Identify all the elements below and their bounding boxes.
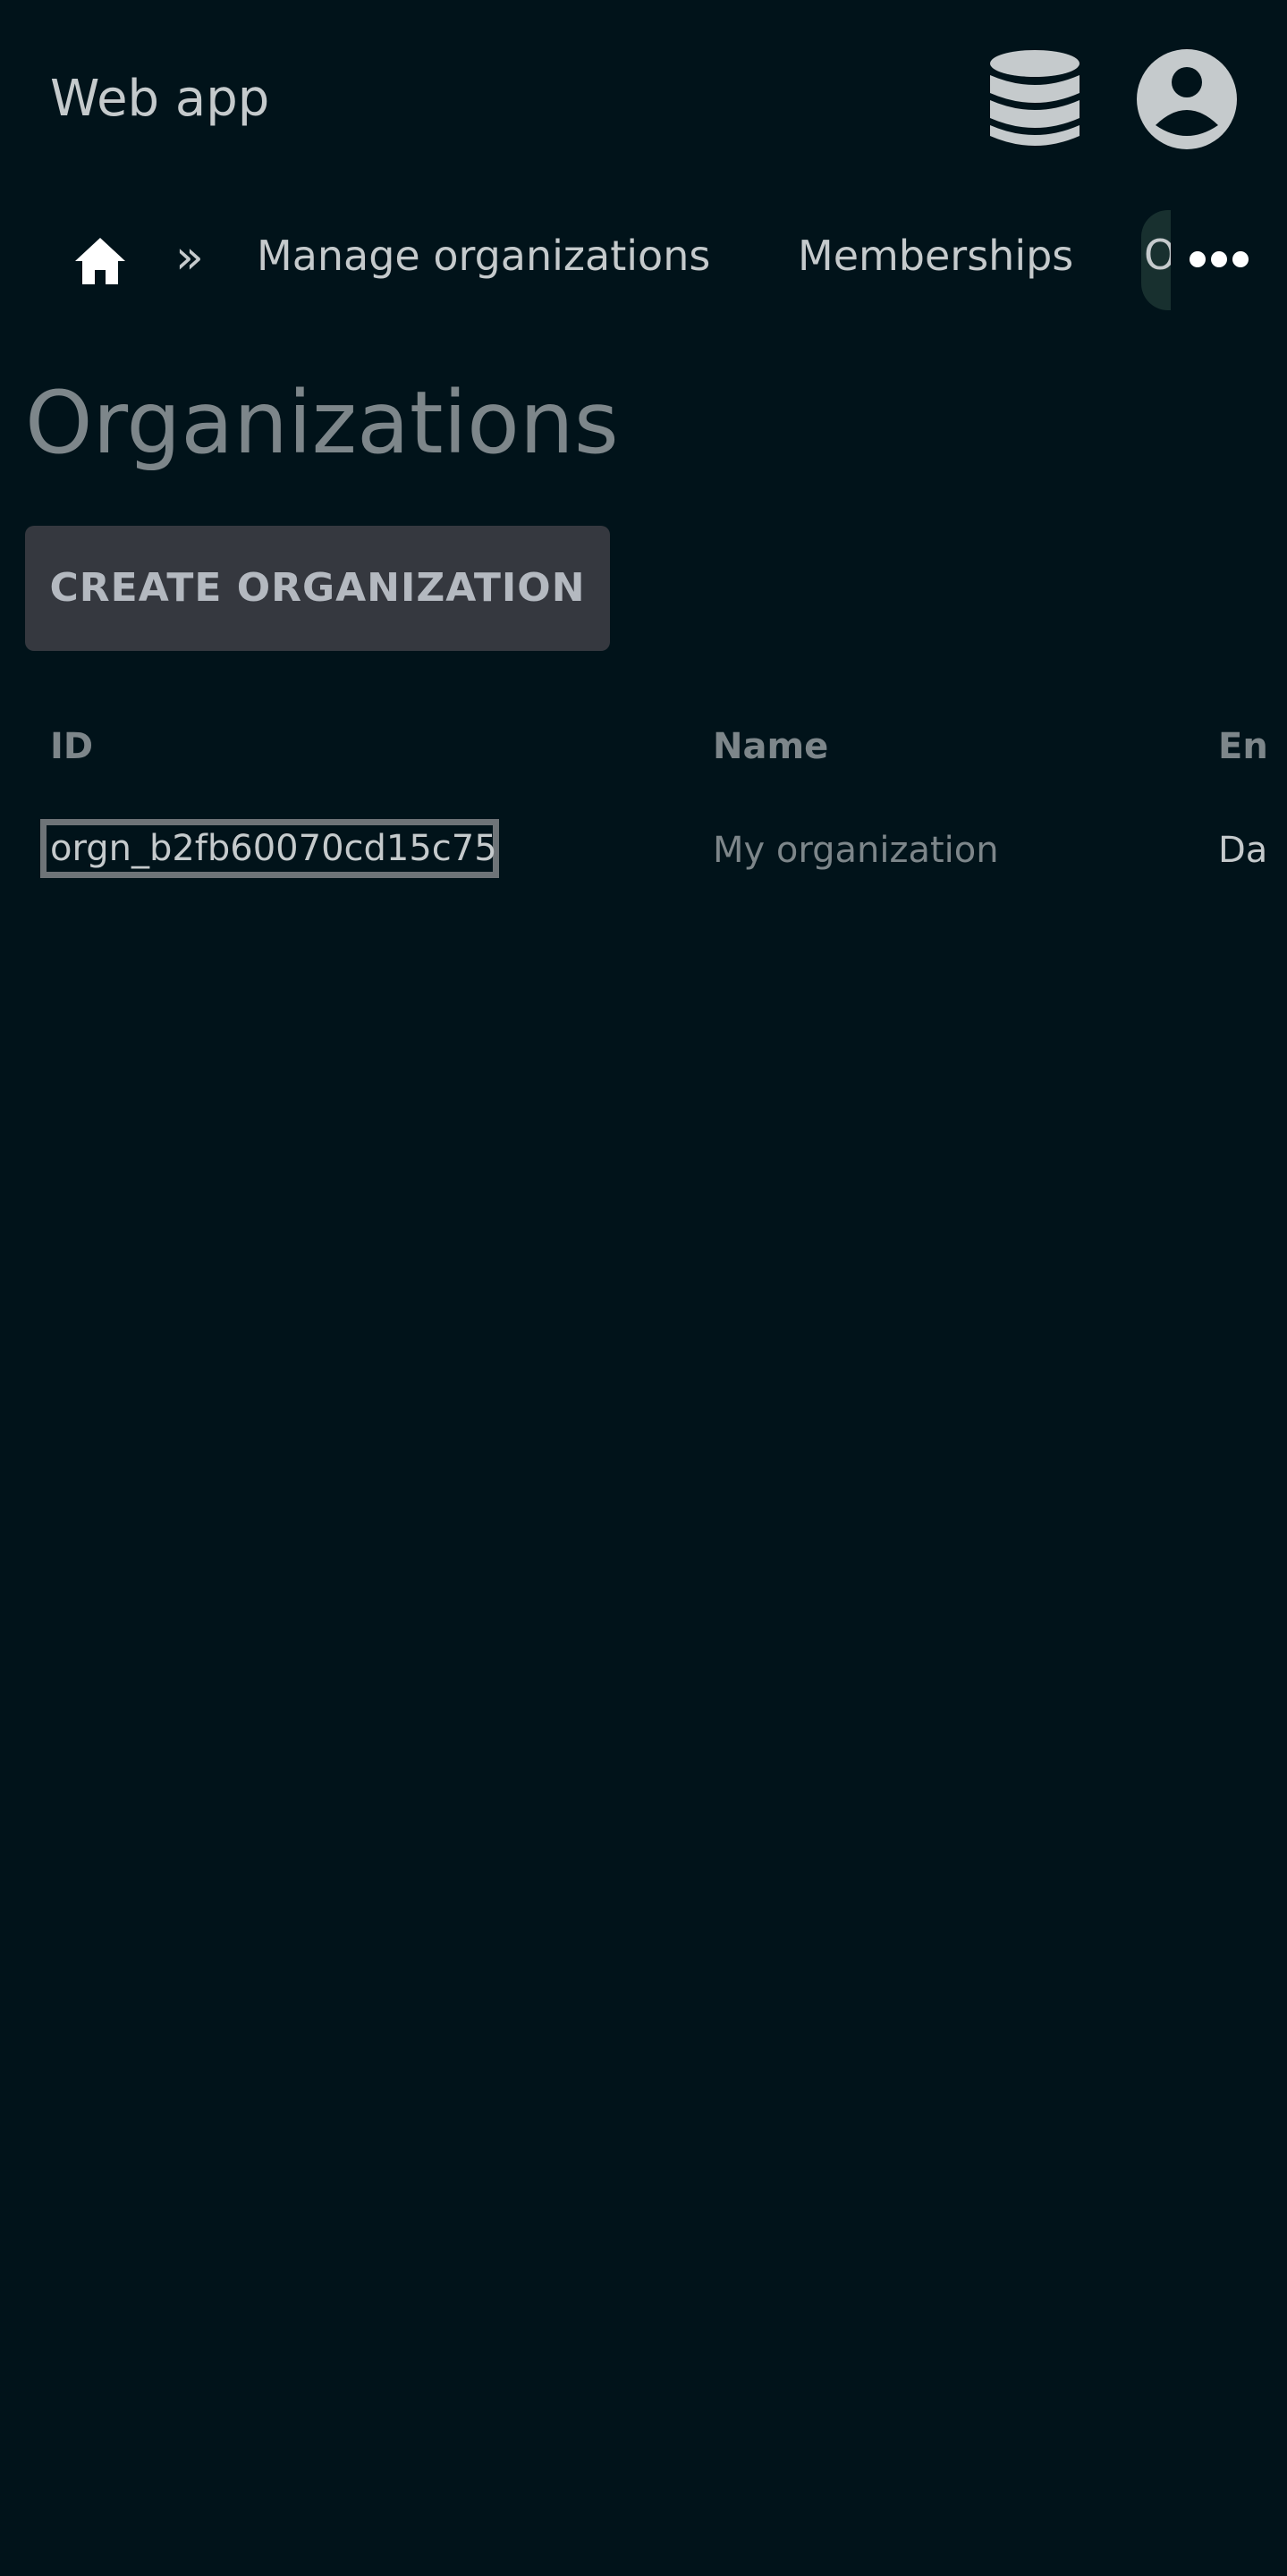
organization-id-cell[interactable]: orgn_b2fb60070cd15c75 <box>40 819 499 878</box>
nav-link-memberships[interactable]: Memberships <box>798 229 1073 283</box>
nav-link-active-clipped[interactable]: O <box>1141 210 1171 310</box>
column-header-name: Name <box>713 726 829 767</box>
home-icon[interactable] <box>73 236 127 286</box>
app-title: Web app <box>50 70 270 128</box>
organization-environment-cell: Da <box>1218 830 1268 871</box>
nav-link-clipped-label: O <box>1144 231 1171 279</box>
user-account-icon[interactable] <box>1136 48 1238 150</box>
create-organization-button[interactable]: CREATE ORGANIZATION <box>25 526 610 651</box>
database-icon[interactable] <box>988 48 1081 150</box>
column-header-id: ID <box>50 726 94 767</box>
page-title: Organizations <box>25 373 619 473</box>
more-horizontal-icon[interactable] <box>1190 247 1249 272</box>
app-header: Web app <box>0 0 1287 197</box>
nav-link-manage-organizations[interactable]: Manage organizations <box>257 229 710 283</box>
breadcrumb-separator: » <box>175 231 204 284</box>
column-header-environment: En <box>1218 726 1268 767</box>
organizations-table: ID Name En orgn_b2fb60070cd15c75 My orga… <box>0 706 1287 903</box>
organization-name-cell: My organization <box>713 830 999 871</box>
